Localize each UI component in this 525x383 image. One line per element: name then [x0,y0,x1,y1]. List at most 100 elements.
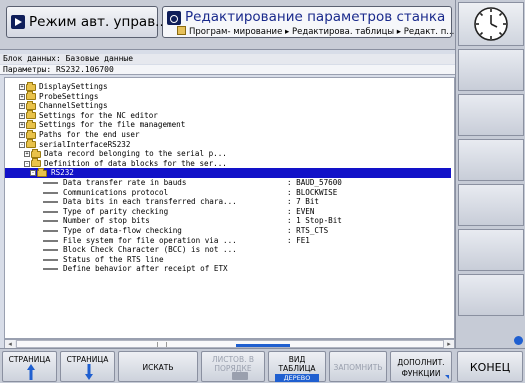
machine-mode-indicator[interactable]: Режим авт. управ... [6,6,168,38]
expand-icon[interactable]: + [19,132,25,138]
scrollbar-grip [157,342,167,347]
parameter-icon [43,249,58,252]
side-page-indicator [514,336,523,345]
breadcrumb: Програм- мирование ▸ Редактирова. таблиц… [177,26,454,37]
side-softkey-3[interactable] [458,139,524,181]
sheets-in-order-button[interactable]: ЛИСТОВ. В ПОРЯДКЕ [201,351,265,382]
folder-icon [26,100,36,110]
page-down-button[interactable]: СТРАНИЦА [60,351,115,382]
end-label: КОНЕЦ [469,361,511,374]
tree-folder-row[interactable]: + Data record belonging to the serial p..… [5,148,451,159]
tree-folder-row[interactable]: + Paths for the end user [5,129,451,140]
page-up-button[interactable]: СТРАНИЦА [2,351,57,382]
sheets-status-icon [232,372,248,380]
page-up-label: СТРАНИЦА [8,355,51,364]
program-mode-indicator[interactable]: Редактирование параметров станка Програм… [162,6,454,38]
parameter-label: Block Check Character (BCC) is not ... [63,245,237,255]
tree-param-row[interactable]: Communications protocol: BLOCKWISE [5,188,451,198]
tree-folder-label: DisplaySettings [39,82,108,91]
scrollbar-thumb[interactable] [16,340,444,348]
scroll-left-icon[interactable]: ◂ [5,340,15,348]
side-softkey-6[interactable] [458,274,524,316]
save-button[interactable]: ЗАПОМНИТЬ [329,351,387,382]
tree-param-row[interactable]: Define behavior after receipt of ETX [5,264,451,274]
end-button[interactable]: КОНЕЦ [457,351,523,382]
expand-icon[interactable]: + [19,122,25,129]
parameter-label: Data bits in each transferred chara... [63,197,237,207]
parameter-icon [43,258,58,261]
softkey-bar: СТРАНИЦА СТРАНИЦА ИСКАТЬ ЛИСТОВ. В ПОРЯД… [0,348,525,383]
tree-folder-row[interactable]: + Settings for the file management [5,119,451,130]
view-label-line1: ВИД [288,355,306,364]
tree-param-row[interactable]: Number of stop bits: 1 Stop-Bit [5,216,451,226]
page-down-label: СТРАНИЦА [66,355,109,364]
view-active-badge: ДЕРЕВО [275,374,319,382]
expand-icon[interactable]: + [19,93,25,100]
tree-param-row[interactable]: File system for file operation via ...: … [5,236,451,246]
tree-param-row[interactable]: Data transfer rate in bauds : BAUD_57600 [5,178,451,188]
parameter-label: Define behavior after receipt of ETX [63,264,228,274]
tree-param-row[interactable]: Type of data-flow checking : RTS_CTS [5,226,451,236]
parameter-value: : EVEN [287,206,315,216]
tree-selected-label: RS232 [51,168,74,178]
parameter-icon [43,230,58,232]
parameter-value: : BLOCKWISE [287,187,338,197]
folder-icon [26,129,36,139]
scroll-right-icon[interactable]: ▸ [444,340,454,348]
side-softkey-2[interactable] [458,94,524,136]
folder-icon [26,91,36,101]
parameter-label: Type of parity checking [63,206,169,216]
tree-param-row[interactable]: Type of parity checking : EVEN [5,207,451,217]
collapse-icon[interactable]: - [19,141,25,148]
parameter-icon [43,191,58,194]
folder-icon [26,110,36,120]
side-softkey-4[interactable] [458,184,524,226]
folder-icon [31,158,41,168]
tree-folder-label: Data record belonging to the serial p... [44,149,227,159]
view-toggle-button[interactable]: ВИД ТАБЛИЦА ДЕРЕВО [268,351,326,382]
tree-folder-row[interactable]: - serialInterfaceRS232 [5,139,451,150]
parameter-icon [43,210,58,213]
programming-mode-icon [167,11,181,25]
parameter-label: Number of stop bits [63,216,150,226]
parameter-icon [43,201,58,204]
expand-icon[interactable]: + [19,84,25,90]
parameter-tree[interactable]: + DisplaySettings + ProbeSettings + ChannelSe… [4,77,455,339]
folder-icon [26,139,36,149]
expand-icon[interactable]: + [19,112,25,119]
tree-folder-row[interactable]: + ProbeSettings [5,91,451,102]
view-label-line2: ТАБЛИЦА [278,364,316,373]
expand-icon[interactable]: + [19,103,25,110]
parameter-value: : BAUD_57600 [287,178,342,187]
expand-icon[interactable]: + [24,151,30,158]
tree-selected-row[interactable]: - RS232 [5,167,451,178]
side-softkey-5[interactable] [458,229,524,271]
parameter-icon [43,220,58,223]
sheets-label-line1: ЛИСТОВ. В [211,355,255,364]
tree-folder-row[interactable]: + ChannelSettings [5,100,451,111]
more-label-line2: ФУНКЦИИ [401,369,441,378]
parameter-label: Type of data-flow checking [63,226,182,235]
save-label: ЗАПОМНИТЬ [333,363,383,372]
more-label-line1: ДОПОЛНИТ. [397,358,445,367]
parameter-label: Data transfer rate in bauds [63,178,187,187]
collapse-icon[interactable]: - [24,160,30,167]
tree-folder-label: Settings for the file management [39,120,186,130]
parameter-value: : FE1 [287,235,310,245]
tree-folder-label: serialInterfaceRS232 [39,139,131,149]
collapse-icon[interactable]: - [30,170,36,177]
side-softkey-1[interactable] [458,49,524,91]
tree-folder-row[interactable]: + DisplaySettings [5,81,451,92]
tree-folder-row[interactable]: + Settings for the NC editor [5,110,451,121]
tree-param-row[interactable]: Data bits in each transferred chara...: … [5,197,451,207]
auto-mode-icon [11,15,25,29]
parameter-value: : RTS_CTS [287,226,329,235]
header-bar: Режим авт. управ... Редактирование парам… [0,0,455,50]
tree-param-row[interactable]: Status of the RTS line [5,255,451,265]
arrow-down-icon [85,364,93,380]
search-button[interactable]: ИСКАТЬ [118,351,198,382]
tree-folder-row[interactable]: - Definition of data blocks for the ser..… [5,158,451,169]
more-functions-button[interactable]: ДОПОЛНИТ. ФУНКЦИИ [390,351,452,382]
tree-folder-label: Settings for the NC editor [39,110,158,120]
tree-param-row[interactable]: Block Check Character (BCC) is not ... [5,245,451,255]
